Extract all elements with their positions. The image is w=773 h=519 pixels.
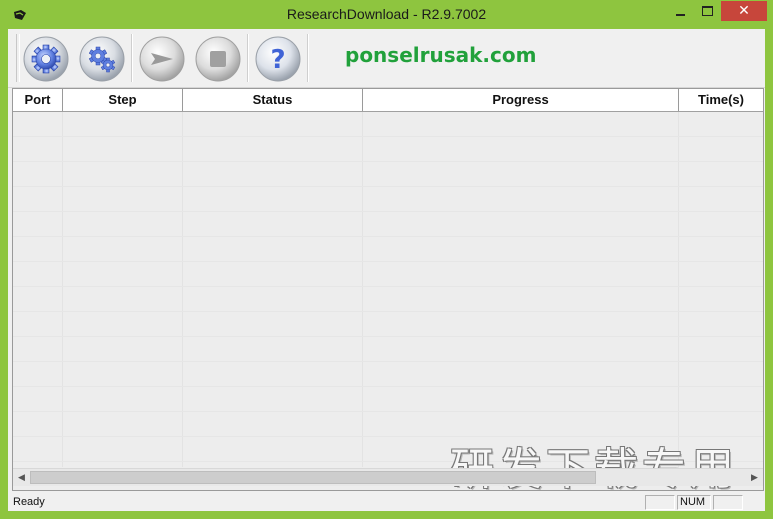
port-table: Port Step Status Progress Time(s) 研发下载专用… (12, 88, 764, 491)
toolbar-grip[interactable] (16, 34, 20, 82)
load-packet-button[interactable] (23, 36, 69, 82)
column-header-progress[interactable]: Progress (363, 89, 679, 111)
gear-icon (23, 36, 69, 82)
stop-square-icon (195, 36, 241, 82)
start-download-button[interactable] (139, 36, 185, 82)
app-window: ResearchDownload - R2.9.7002 ✕ ? ponselr… (0, 0, 773, 519)
num-lock-indicator: NUM (677, 495, 711, 510)
maximize-icon (701, 6, 713, 16)
toolbar-separator (247, 34, 249, 82)
column-header-step[interactable]: Step (63, 89, 183, 111)
scrollbar-thumb[interactable] (30, 471, 596, 484)
column-header-port[interactable]: Port (13, 89, 63, 111)
settings-button[interactable] (79, 36, 125, 82)
minimize-icon (675, 14, 685, 16)
minimize-button[interactable] (667, 1, 693, 21)
title-bar[interactable]: ResearchDownload - R2.9.7002 ✕ (0, 0, 773, 29)
table-body[interactable] (13, 112, 763, 467)
question-mark-icon: ? (255, 36, 301, 82)
maximize-button[interactable] (694, 1, 720, 21)
column-header-time[interactable]: Time(s) (679, 89, 763, 111)
gears-icon (79, 36, 125, 82)
window-title: ResearchDownload - R2.9.7002 (286, 6, 487, 22)
stop-download-button[interactable] (195, 36, 241, 82)
toolbar-separator (307, 34, 309, 82)
scroll-right-icon[interactable]: ▶ (746, 469, 763, 486)
close-icon: ✕ (738, 3, 750, 19)
close-button[interactable]: ✕ (721, 1, 767, 21)
table-header: Port Step Status Progress Time(s) (13, 89, 763, 112)
status-pane-empty (713, 495, 743, 510)
column-header-status[interactable]: Status (183, 89, 363, 111)
toolbar: ? ponselrusak.com (8, 29, 765, 88)
help-glyph: ? (270, 45, 285, 75)
brand-text: ponselrusak.com (345, 43, 537, 67)
status-text: Ready (13, 496, 45, 508)
help-button[interactable]: ? (255, 36, 301, 82)
toolbar-separator (131, 34, 133, 82)
client-area: ? ponselrusak.com Port Step Status Progr… (8, 29, 765, 511)
horizontal-scrollbar[interactable]: ◀ ▶ (13, 468, 763, 486)
scroll-left-icon[interactable]: ◀ (13, 469, 30, 486)
play-arrow-icon (139, 36, 185, 82)
status-bar: Ready NUM (8, 493, 765, 511)
status-pane-empty (645, 495, 675, 510)
